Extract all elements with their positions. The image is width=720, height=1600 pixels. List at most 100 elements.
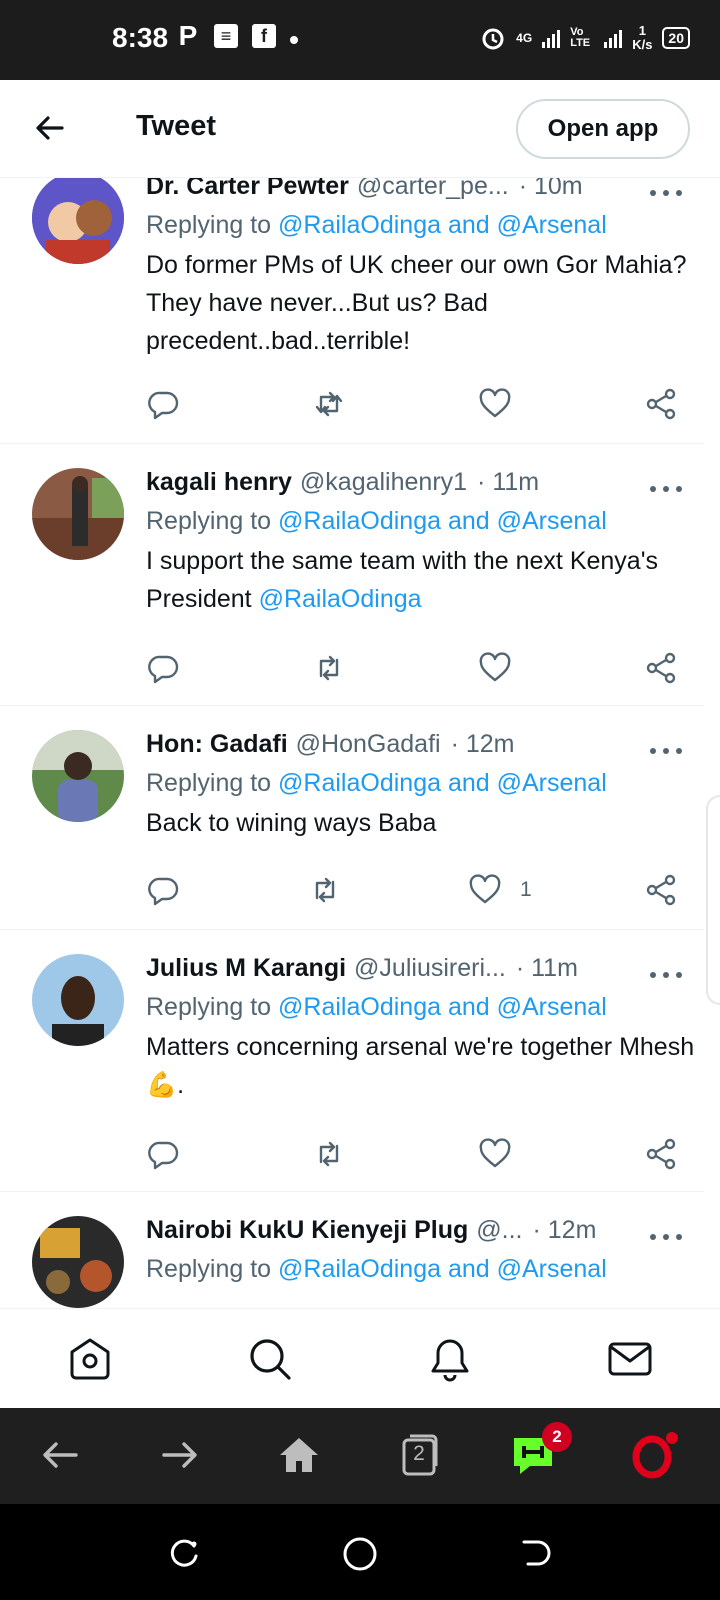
recent-apps-icon[interactable] — [164, 1534, 204, 1574]
reply-icon — [148, 877, 179, 906]
browser-home-icon[interactable] — [274, 1430, 324, 1480]
replying-to-link[interactable]: @RailaOdinga and @Arsenal — [278, 1255, 607, 1283]
replying-prefix: Replying to — [146, 769, 279, 797]
more-options-icon[interactable] — [646, 960, 686, 990]
messages-mail-icon[interactable] — [606, 1335, 654, 1383]
opera-menu-button[interactable] — [630, 1430, 680, 1480]
like-count: 1 — [520, 878, 532, 901]
replying-to-link[interactable]: @RailaOdinga and @Arsenal — [278, 507, 607, 535]
tweet[interactable]: kagali henry @kagalihenry1 · 11m Replyin… — [0, 444, 704, 706]
back-arrow-icon[interactable] — [30, 108, 70, 148]
retweet-button[interactable] — [312, 386, 346, 422]
tweet[interactable]: Nairobi KukU Kienyeji Plug @... · 12m Re… — [0, 1192, 704, 1308]
tweet[interactable]: Julius M Karangi @Juliusireri... · 11m R… — [0, 930, 704, 1192]
alarm-icon — [482, 28, 504, 50]
tabs-switcher-button[interactable]: 2 — [394, 1430, 444, 1480]
author-name[interactable]: Nairobi KukU Kienyeji Plug — [146, 1216, 468, 1245]
replying-prefix: Replying to — [146, 507, 279, 535]
author-handle[interactable]: @kagalihenry1 — [300, 468, 467, 497]
replying-to-link[interactable]: @RailaOdinga and @Arsenal — [278, 211, 607, 239]
heart-icon — [479, 652, 511, 682]
author-name[interactable]: kagali henry — [146, 468, 292, 497]
avatar[interactable] — [32, 468, 124, 560]
reply-button[interactable] — [146, 650, 180, 686]
tweet-time[interactable]: · 11m — [477, 468, 539, 497]
status-notification-icons: P ≡ f — [176, 20, 298, 51]
avatar[interactable] — [32, 954, 124, 1046]
replying-to: Replying to @RailaOdinga and @Arsenal — [146, 211, 704, 240]
author-name[interactable]: Hon: Gadafi — [146, 730, 288, 759]
reply-button[interactable] — [146, 872, 180, 908]
clock: 8:38 — [112, 22, 169, 53]
more-options-icon[interactable] — [646, 474, 686, 504]
tweet-time[interactable]: · 12m — [533, 1216, 597, 1245]
share-icon — [646, 652, 676, 684]
more-options-icon[interactable] — [646, 1222, 686, 1252]
battery-indicator: 20 — [662, 27, 690, 49]
opera-logo-icon — [632, 1432, 678, 1479]
system-back-icon[interactable] — [516, 1534, 556, 1574]
open-app-button[interactable]: Open app — [516, 99, 690, 159]
tweet-text: I support the same team with the next Ke… — [146, 542, 704, 618]
more-options-icon[interactable] — [646, 736, 686, 766]
status-system-icons: 4G Vo LTE 1 K/s 20 — [480, 24, 690, 52]
author-handle[interactable]: @carter_pe... — [357, 178, 509, 201]
author-handle[interactable]: @... — [476, 1216, 522, 1245]
side-panel-handle[interactable] — [706, 795, 720, 1005]
author-handle[interactable]: @HonGadafi — [296, 730, 441, 759]
retweet-button[interactable] — [308, 872, 342, 908]
reply-icon — [148, 1141, 179, 1170]
browser-back-icon[interactable] — [36, 1430, 86, 1480]
share-button[interactable] — [644, 872, 678, 908]
game-news-button[interactable]: 2 — [508, 1422, 572, 1480]
p-icon: P — [178, 20, 198, 51]
like-button[interactable] — [478, 1136, 512, 1172]
like-button[interactable]: 1 — [468, 872, 532, 908]
reply-button[interactable] — [146, 386, 180, 422]
replying-to-link[interactable]: @RailaOdinga and @Arsenal — [278, 769, 607, 797]
home-icon[interactable] — [66, 1335, 114, 1383]
tweet-text: Back to wining ways Baba — [146, 809, 437, 837]
tweet-actions — [146, 650, 704, 690]
retweet-button[interactable] — [312, 650, 346, 686]
tweet-actions: 1 — [146, 872, 704, 912]
author-name[interactable]: Julius M Karangi — [146, 954, 346, 983]
tweet[interactable]: Hon: Gadafi @HonGadafi · 12m Replying to… — [0, 706, 704, 930]
tweet-actions — [146, 386, 704, 426]
replying-prefix: Replying to — [146, 1255, 279, 1283]
tweet-time[interactable]: · 11m — [516, 954, 578, 983]
system-navigation-bar — [0, 1504, 720, 1600]
notifications-bell-icon[interactable] — [426, 1335, 474, 1383]
replying-to-link[interactable]: @RailaOdinga and @Arsenal — [278, 993, 607, 1021]
like-button[interactable] — [478, 650, 512, 686]
browser-forward-icon[interactable] — [154, 1430, 204, 1480]
more-options-icon[interactable] — [646, 178, 686, 208]
share-icon — [646, 388, 676, 420]
author-name[interactable]: Dr. Carter Pewter — [146, 178, 349, 201]
tweet[interactable]: Dr. Carter Pewter @carter_pe... · 10m Re… — [0, 178, 704, 444]
share-button[interactable] — [644, 650, 678, 686]
volte-label: Vo LTE — [570, 26, 591, 49]
share-button[interactable] — [644, 1136, 678, 1172]
avatar[interactable] — [32, 1216, 124, 1308]
mention-link[interactable]: @RailaOdinga — [259, 585, 422, 613]
like-button[interactable] — [478, 386, 512, 422]
heart-icon — [469, 874, 501, 904]
share-icon — [646, 874, 676, 906]
reply-icon — [148, 391, 179, 420]
tweet-time[interactable]: · 10m — [519, 178, 583, 201]
avatar[interactable] — [32, 730, 124, 822]
replying-to: Replying to @RailaOdinga and @Arsenal — [146, 769, 704, 798]
share-button[interactable] — [644, 386, 678, 422]
retweet-button[interactable] — [312, 1136, 346, 1172]
tweet-time[interactable]: · 12m — [451, 730, 515, 759]
home-circle-icon[interactable] — [340, 1534, 380, 1574]
search-icon[interactable] — [246, 1335, 294, 1383]
speed-value: 1 — [638, 23, 646, 38]
network-speed: 1 K/s — [632, 24, 652, 52]
signal-icon-1 — [542, 28, 561, 48]
author-handle[interactable]: @Juliusireri... — [354, 954, 506, 983]
reply-button[interactable] — [146, 1136, 180, 1172]
avatar[interactable] — [32, 178, 124, 264]
replies-feed[interactable]: Dr. Carter Pewter @carter_pe... · 10m Re… — [0, 178, 720, 1308]
